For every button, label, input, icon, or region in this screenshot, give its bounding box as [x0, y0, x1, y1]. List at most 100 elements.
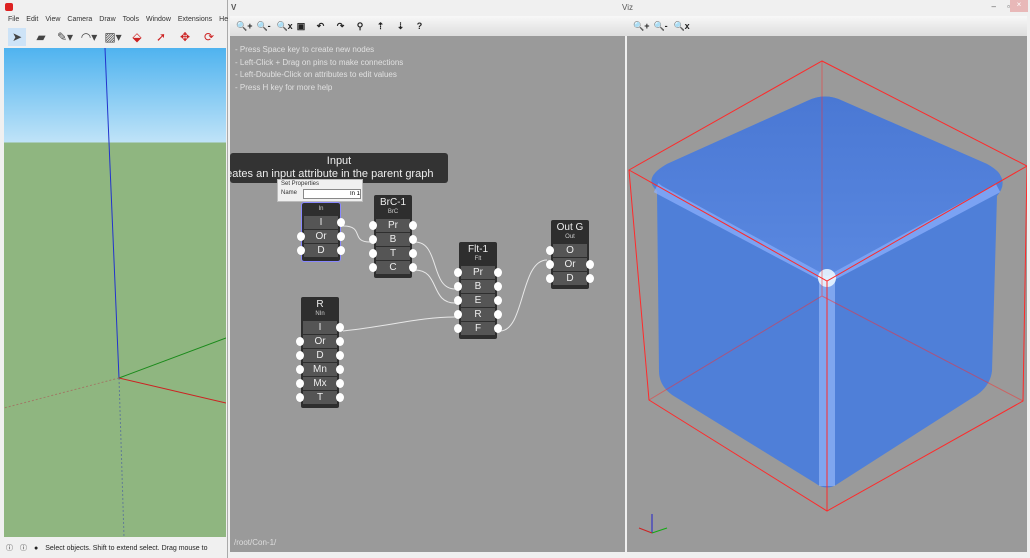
output-pin[interactable] [494, 268, 502, 277]
output-pin[interactable] [409, 263, 417, 272]
zoom-reset-icon[interactable]: 🔍x [673, 21, 689, 32]
input-pin[interactable] [296, 365, 304, 374]
menu-file[interactable]: File [8, 14, 19, 26]
arc-icon[interactable]: ◠▾ [80, 28, 98, 46]
sketchup-viewport[interactable] [4, 48, 226, 537]
shape-icon[interactable]: ▨▾ [104, 28, 122, 46]
menu-extensions[interactable]: Extensions [178, 14, 212, 26]
output-pin[interactable] [494, 282, 502, 291]
attribute-d[interactable]: D [297, 244, 345, 257]
input-pin[interactable] [454, 268, 462, 277]
attribute-mn[interactable]: Mn [296, 363, 344, 376]
input-pin[interactable] [454, 324, 462, 333]
input-pin[interactable] [296, 351, 304, 360]
attribute-b[interactable]: B [454, 280, 502, 293]
input-pin[interactable] [369, 249, 377, 258]
output-pin[interactable] [336, 351, 344, 360]
pencil-icon[interactable]: ✎▾ [56, 28, 74, 46]
select-arrow-icon[interactable]: ➤ [8, 28, 26, 46]
attribute-or[interactable]: Or [297, 230, 345, 243]
info-icon[interactable]: ⓘ [6, 543, 13, 553]
attribute-d[interactable]: D [546, 272, 594, 285]
input-pin[interactable] [546, 274, 554, 283]
zoom-out-icon[interactable]: 🔍- [256, 21, 272, 32]
redo-icon[interactable]: ↷ [337, 21, 353, 32]
output-pin[interactable] [336, 323, 344, 332]
attribute-or[interactable]: Or [296, 335, 344, 348]
attribute-b[interactable]: B [369, 233, 417, 246]
attribute-c[interactable]: C [369, 261, 417, 274]
attribute-f[interactable]: F [454, 322, 502, 335]
attribute-pr[interactable]: Pr [369, 219, 417, 232]
zoom-reset-icon[interactable]: 🔍x [276, 21, 292, 32]
attribute-e[interactable]: E [454, 294, 502, 307]
output-pin[interactable] [409, 221, 417, 230]
attribute-or[interactable]: Or [546, 258, 594, 271]
search-icon[interactable]: ⚲ [357, 21, 373, 32]
node-r[interactable]: R NIn I Or D Mn Mx T [296, 297, 344, 408]
input-pin[interactable] [454, 282, 462, 291]
node-graph-canvas[interactable]: - Press Space key to create new nodes - … [230, 36, 625, 552]
input-pin[interactable] [297, 246, 305, 255]
menu-tools[interactable]: Tools [123, 14, 139, 26]
attribute-t[interactable]: T [296, 391, 344, 404]
menu-window[interactable]: Window [146, 14, 171, 26]
close-button[interactable]: × [1010, 0, 1028, 12]
output-pin[interactable] [494, 324, 502, 333]
minimize-button[interactable]: – [992, 2, 996, 11]
move-icon[interactable]: ✥ [176, 28, 194, 46]
node-brc[interactable]: BrC-1 BrC Pr B T C [369, 195, 417, 278]
output-pin[interactable] [586, 260, 594, 269]
menu-draw[interactable]: Draw [99, 14, 115, 26]
3d-viewport[interactable] [627, 36, 1027, 552]
zoom-out-icon[interactable]: 🔍- [653, 21, 669, 32]
input-pin[interactable] [546, 246, 554, 255]
input-pin[interactable] [546, 260, 554, 269]
attribute-o[interactable]: O [546, 244, 587, 257]
menu-edit[interactable]: Edit [26, 14, 38, 26]
output-pin[interactable] [337, 232, 345, 241]
attribute-i[interactable]: I [304, 216, 345, 229]
input-pin[interactable] [369, 263, 377, 272]
user-icon[interactable]: ● [34, 545, 38, 552]
push-down-icon[interactable]: ⇣ [397, 21, 413, 32]
output-pin[interactable] [336, 379, 344, 388]
zoom-in-icon[interactable]: 🔍+ [633, 21, 649, 32]
zoom-in-icon[interactable]: 🔍+ [236, 21, 252, 32]
frame-icon[interactable]: ▣ [297, 21, 313, 32]
menu-camera[interactable]: Camera [67, 14, 92, 26]
output-pin[interactable] [409, 249, 417, 258]
node-out[interactable]: Out G Out O Or D [546, 220, 594, 289]
geolocation-icon[interactable]: ⓘ [20, 543, 27, 553]
output-pin[interactable] [409, 235, 417, 244]
eraser-icon[interactable]: ▰ [32, 28, 50, 46]
attribute-r[interactable]: R [454, 308, 502, 321]
output-pin[interactable] [337, 246, 345, 255]
output-pin[interactable] [336, 337, 344, 346]
input-pin[interactable] [296, 337, 304, 346]
attribute-mx[interactable]: Mx [296, 377, 344, 390]
output-pin[interactable] [336, 365, 344, 374]
name-input[interactable] [303, 189, 361, 199]
input-pin[interactable] [296, 379, 304, 388]
output-pin[interactable] [586, 274, 594, 283]
output-pin[interactable] [337, 218, 345, 227]
help-icon[interactable]: ? [417, 21, 433, 31]
input-pin[interactable] [454, 296, 462, 305]
follow-me-icon[interactable]: ➚ [152, 28, 170, 46]
input-pin[interactable] [369, 221, 377, 230]
input-pin[interactable] [454, 310, 462, 319]
attribute-d[interactable]: D [296, 349, 344, 362]
undo-icon[interactable]: ↶ [317, 21, 333, 32]
attribute-pr[interactable]: Pr [454, 266, 502, 279]
output-pin[interactable] [494, 310, 502, 319]
node-in[interactable]: In I Or D [297, 202, 345, 262]
input-pin[interactable] [369, 235, 377, 244]
push-up-icon[interactable]: ⇡ [377, 21, 393, 32]
attribute-t[interactable]: T [369, 247, 417, 260]
input-pin[interactable] [297, 232, 305, 241]
output-pin[interactable] [336, 393, 344, 402]
input-pin[interactable] [296, 393, 304, 402]
push-pull-icon[interactable]: ⬙ [128, 28, 146, 46]
rotate-icon[interactable]: ⟳ [200, 28, 218, 46]
